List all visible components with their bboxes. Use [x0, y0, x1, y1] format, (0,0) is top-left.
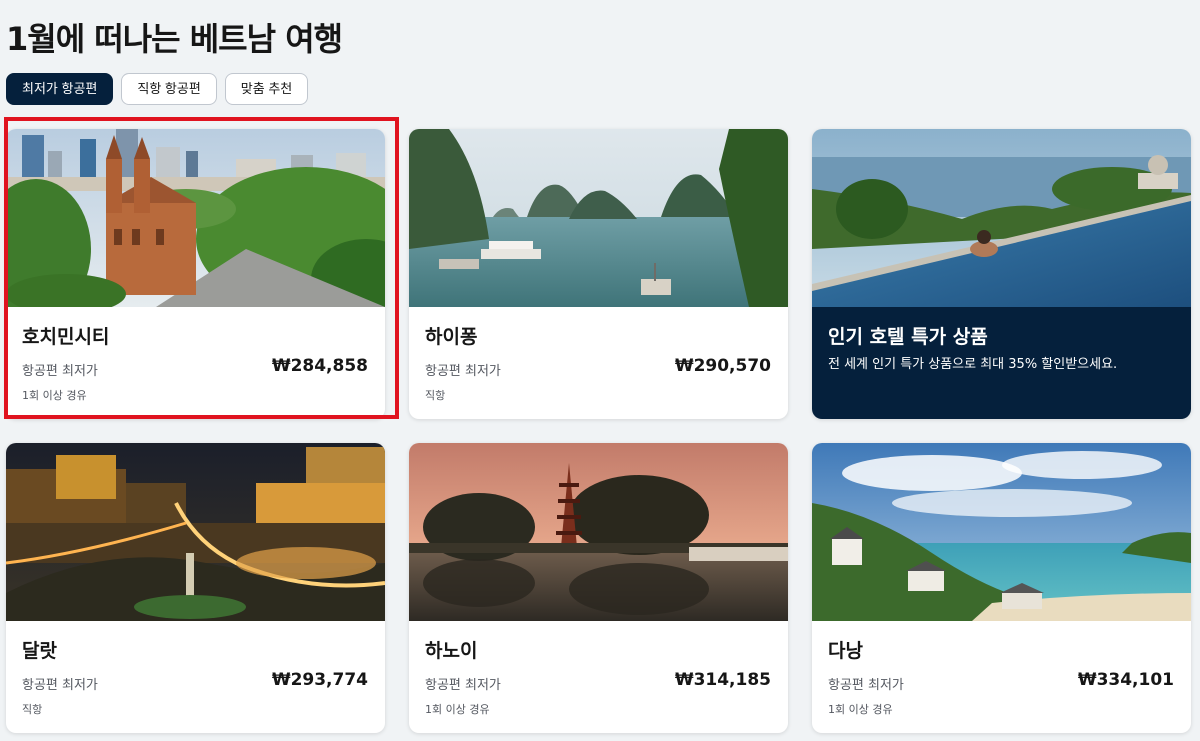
filter-direct-flights[interactable]: 직항 항공편 [121, 73, 217, 105]
city-name: 다낭 [828, 640, 863, 662]
city-name: 하노이 [425, 640, 478, 662]
promo-description: 전 세계 인기 특가 상품으로 최대 35% 할인받으세요. [828, 357, 1118, 372]
dalat-night-photo [6, 443, 385, 621]
city-name: 하이퐁 [425, 326, 478, 348]
price: ₩290,570 [674, 356, 771, 376]
price: ₩293,774 [271, 670, 368, 690]
filter-chips: 최저가 항공편 직항 항공편 맞춤 추천 [6, 73, 309, 105]
price-label: 항공편 최저가 [22, 364, 98, 379]
stops-info: 1회 이상 경유 [425, 703, 490, 716]
filter-recommended[interactable]: 맞춤 추천 [224, 73, 309, 105]
saigon-cathedral-photo [6, 129, 385, 307]
hotel-deals-promo-card[interactable]: 인기 호텔 특가 상품 전 세계 인기 특가 상품으로 최대 35% 할인받으세… [812, 129, 1191, 419]
stops-info: 1회 이상 경유 [22, 389, 87, 402]
price-label: 항공편 최저가 [425, 678, 501, 693]
destination-card-haiphong[interactable]: 하이퐁 항공편 최저가 ₩290,570 직항 [409, 129, 788, 419]
filter-cheapest-flights[interactable]: 최저가 항공편 [6, 73, 114, 105]
price-label: 항공편 최저가 [425, 364, 501, 379]
destination-card-dalat[interactable]: 달랏 항공편 최저가 ₩293,774 직항 [6, 443, 385, 733]
ha-long-bay-photo [409, 129, 788, 307]
hanoi-pagoda-photo [409, 443, 788, 621]
city-name: 달랏 [22, 640, 57, 662]
destination-card-ho-chi-minh[interactable]: 호치민시티 항공편 최저가 ₩284,858 1회 이상 경유 [6, 129, 385, 419]
page-title: 1월에 떠나는 베트남 여행 [6, 20, 343, 58]
price-label: 항공편 최저가 [22, 678, 98, 693]
price: ₩284,858 [271, 356, 368, 376]
destination-card-danang[interactable]: 다낭 항공편 최저가 ₩334,101 1회 이상 경유 [812, 443, 1191, 733]
danang-beach-photo [812, 443, 1191, 621]
price-label: 항공편 최저가 [828, 678, 904, 693]
stops-info: 1회 이상 경유 [828, 703, 893, 716]
price: ₩334,101 [1077, 670, 1174, 690]
city-name: 호치민시티 [22, 326, 110, 348]
infinity-pool-photo [812, 129, 1191, 307]
promo-title: 인기 호텔 특가 상품 [828, 326, 988, 348]
stops-info: 직항 [425, 389, 446, 402]
destination-card-hanoi[interactable]: 하노이 항공편 최저가 ₩314,185 1회 이상 경유 [409, 443, 788, 733]
price: ₩314,185 [674, 670, 771, 690]
stops-info: 직항 [22, 703, 43, 716]
